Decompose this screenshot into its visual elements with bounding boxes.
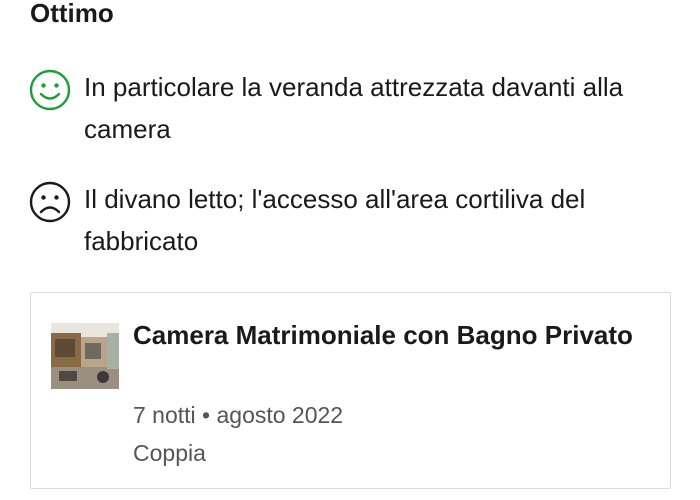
negative-comment: Il divano letto; l'accesso all'area cort… xyxy=(84,184,586,256)
review-positive: In particolare la veranda attrezzata dav… xyxy=(28,66,664,150)
review-title: Ottimo xyxy=(30,0,114,28)
review-negative: Il divano letto; l'accesso all'area cort… xyxy=(28,178,664,262)
room-thumbnail[interactable] xyxy=(51,323,119,389)
stay-duration-date: 7 notti • agosto 2022 xyxy=(133,402,344,428)
traveler-type: Coppia xyxy=(133,440,206,466)
room-name[interactable]: Camera Matrimoniale con Bagno Privato xyxy=(133,313,633,357)
positive-comment: In particolare la veranda attrezzata dav… xyxy=(84,72,624,144)
sad-face-icon xyxy=(28,180,72,224)
stay-details-card: Camera Matrimoniale con Bagno Privato 7 … xyxy=(30,292,671,489)
smiley-face-icon xyxy=(28,68,72,112)
